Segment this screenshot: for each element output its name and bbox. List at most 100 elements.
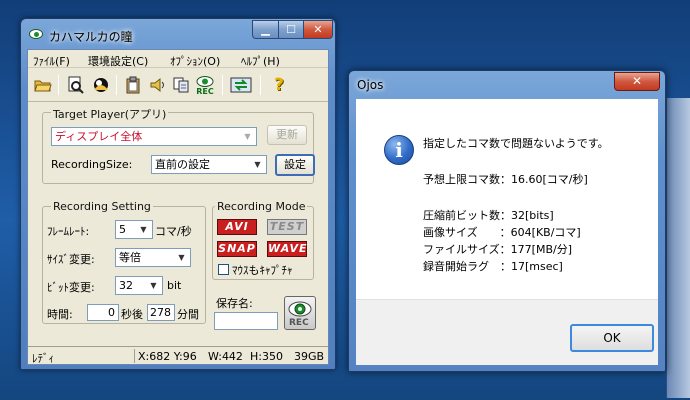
- frame-rate-combo[interactable]: 5 ▼: [115, 220, 153, 239]
- capture-cursor-label: ﾏｳｽもｷｬﾌﾟﾁｬ: [232, 264, 293, 277]
- speaker-button[interactable]: [146, 74, 168, 96]
- chevron-down-icon: ▼: [150, 281, 157, 290]
- menubar: ﾌｧｲﾙ(F) 環境設定(C) ｵﾌﾟｼｮﾝ(O) ﾍﾙﾌﾟ(H): [28, 50, 328, 68]
- recording-mode-group-label: Recording Mode: [215, 200, 308, 213]
- bit-combo[interactable]: 32 ▼: [115, 276, 163, 295]
- close-icon: ✕: [313, 23, 323, 36]
- clipboard-icon: [126, 76, 140, 94]
- background-window-edge: [666, 98, 690, 398]
- menu-settings[interactable]: 環境設定(C): [88, 53, 148, 69]
- menu-options[interactable]: ｵﾌﾟｼｮﾝ(O): [170, 53, 220, 69]
- switch-button[interactable]: [228, 74, 254, 96]
- delay-seconds-unit: 秒後: [121, 308, 143, 321]
- ok-button[interactable]: OK: [570, 324, 654, 352]
- target-player-group: Target Player(アプリ) ディスプレイ全体 ▼ 更新 Recordi…: [42, 106, 315, 184]
- size-change-combo[interactable]: 等倍 ▼: [115, 248, 191, 267]
- recording-size-combo[interactable]: 直前の設定 ▼: [151, 155, 267, 174]
- ojos-dialog: Ojos ✕ i 指定したコマ数で問題ないようです。 予想上限コマ数：16.60…: [348, 70, 666, 372]
- minimize-icon: ▁: [261, 23, 270, 36]
- main-window: カハマルカの瞳 ▁ ☐ ✕ ﾌｧｲﾙ(F) 環境設定(C) ｵﾌﾟｼｮﾝ(O) …: [20, 18, 336, 370]
- info-icon: i: [384, 135, 414, 165]
- open-folder-button[interactable]: [32, 74, 54, 96]
- frame-rate-label: ﾌﾚｰﾑﾚｰﾄ:: [47, 225, 90, 238]
- bit-unit: bit: [167, 279, 182, 292]
- speaker-icon: [150, 77, 164, 93]
- close-button[interactable]: ✕: [303, 20, 333, 39]
- open-folder-icon: [34, 80, 52, 92]
- rec-eye-icon: [288, 301, 312, 317]
- dialog-bits: 圧縮前ビット数：32[bits]: [423, 209, 554, 222]
- main-window-title: カハマルカの瞳: [49, 30, 133, 44]
- copy-button[interactable]: [170, 74, 192, 96]
- wave-mode-button[interactable]: WAVE: [267, 241, 307, 257]
- dialog-body: i 指定したコマ数で問題ないようです。 予想上限コマ数：16.60[コマ/秒] …: [356, 99, 658, 299]
- menu-help[interactable]: ﾍﾙﾌﾟ(H): [241, 53, 280, 69]
- copy-icon: [173, 77, 189, 93]
- size-change-label: ｻｲｽﾞ変更:: [47, 253, 95, 266]
- test-mode-button[interactable]: TEST: [267, 219, 307, 235]
- dialog-title: Ojos: [357, 78, 384, 92]
- preview-icon: [68, 76, 84, 94]
- frame-rate-value: 5: [119, 223, 126, 236]
- chevron-down-icon: ▼: [254, 160, 261, 169]
- status-height: H:350: [250, 350, 283, 363]
- chevron-down-icon: ▼: [140, 225, 147, 234]
- delay-seconds-field[interactable]: 0: [87, 304, 119, 321]
- snap-mode-button[interactable]: SNAP: [217, 241, 257, 257]
- menu-file[interactable]: ﾌｧｲﾙ(F): [33, 53, 70, 69]
- time-label: 時間:: [47, 308, 73, 321]
- dialog-image-size: 画像サイズ ：604[KB/コマ]: [423, 226, 581, 239]
- avi-mode-button[interactable]: AVI: [217, 219, 257, 235]
- status-width: W:442: [208, 350, 243, 363]
- close-icon: ✕: [631, 74, 643, 88]
- maximize-icon: ☐: [286, 23, 296, 36]
- dialog-message: 指定したコマ数で問題ないようです。: [423, 137, 609, 150]
- bit-value: 32: [119, 279, 133, 292]
- refresh-button[interactable]: 更新: [267, 125, 307, 145]
- chevron-down-icon: ▼: [244, 132, 251, 141]
- status-disk: 39GB: [294, 350, 325, 363]
- chevron-down-icon: ▼: [178, 253, 185, 262]
- record-button[interactable]: REC: [284, 296, 316, 330]
- status-state: ﾚﾃﾞｨ: [32, 352, 54, 365]
- dialog-audio-lag: 録音開始ラグ ：17[msec]: [423, 260, 563, 273]
- duration-minutes-unit: 分間: [177, 308, 199, 321]
- recording-size-value: 直前の設定: [155, 158, 210, 171]
- toolbar: REC ?: [28, 69, 328, 102]
- maximize-button[interactable]: ☐: [278, 20, 304, 39]
- dialog-footer: OK: [356, 299, 658, 365]
- dialog-max-fps: 予想上限コマ数：16.60[コマ/秒]: [423, 173, 588, 186]
- target-player-value: ディスプレイ全体: [55, 130, 143, 143]
- status-coords: X:682 Y:96: [138, 350, 197, 363]
- status-bar: ﾚﾃﾞｨ X:682 Y:96 W:442 H:350 39GB: [28, 346, 328, 365]
- set-button[interactable]: 設定: [275, 154, 315, 176]
- target-player-group-label: Target Player(アプリ): [51, 106, 169, 122]
- frame-rate-unit: コマ/秒: [155, 225, 192, 238]
- clipboard-button[interactable]: [122, 74, 144, 96]
- recording-mode-group: Recording Mode AVI TEST SNAP WAVE ﾏｳｽもｷｬ…: [212, 200, 314, 280]
- minimize-button[interactable]: ▁: [252, 20, 279, 39]
- bit-change-label: ﾋﾞｯﾄ変更:: [47, 281, 95, 294]
- preview-button[interactable]: [64, 74, 86, 96]
- rec-eye-icon: [196, 75, 214, 87]
- rec-toolbar-button[interactable]: REC: [194, 72, 216, 99]
- recording-setting-group-label: Recording Setting: [51, 200, 153, 213]
- save-name-label: 保存名:: [216, 297, 253, 310]
- rec-toolbar-label: REC: [196, 86, 214, 96]
- recording-setting-group: Recording Setting ﾌﾚｰﾑﾚｰﾄ: 5 ▼ コマ/秒 ｻｲｽﾞ…: [42, 200, 206, 324]
- save-name-field[interactable]: [214, 312, 278, 330]
- dialog-file-size: ファイルサイズ：177[MB/分]: [423, 243, 572, 256]
- eye-app-icon: [29, 29, 43, 39]
- target-player-combo[interactable]: ディスプレイ全体 ▼: [51, 127, 257, 146]
- snapshot-button[interactable]: [90, 74, 112, 96]
- snapshot-icon: [94, 78, 108, 92]
- help-icon: ?: [274, 75, 284, 95]
- main-client-area: ﾌｧｲﾙ(F) 環境設定(C) ｵﾌﾟｼｮﾝ(O) ﾍﾙﾌﾟ(H) REC ? …: [27, 49, 329, 365]
- dialog-close-button[interactable]: ✕: [614, 72, 660, 91]
- recording-size-label: RecordingSize:: [51, 158, 133, 171]
- size-change-value: 等倍: [119, 251, 141, 264]
- capture-cursor-checkbox[interactable]: [218, 264, 229, 275]
- record-button-label: REC: [289, 318, 309, 328]
- help-button[interactable]: ?: [268, 74, 290, 96]
- duration-minutes-field[interactable]: 278: [147, 304, 175, 321]
